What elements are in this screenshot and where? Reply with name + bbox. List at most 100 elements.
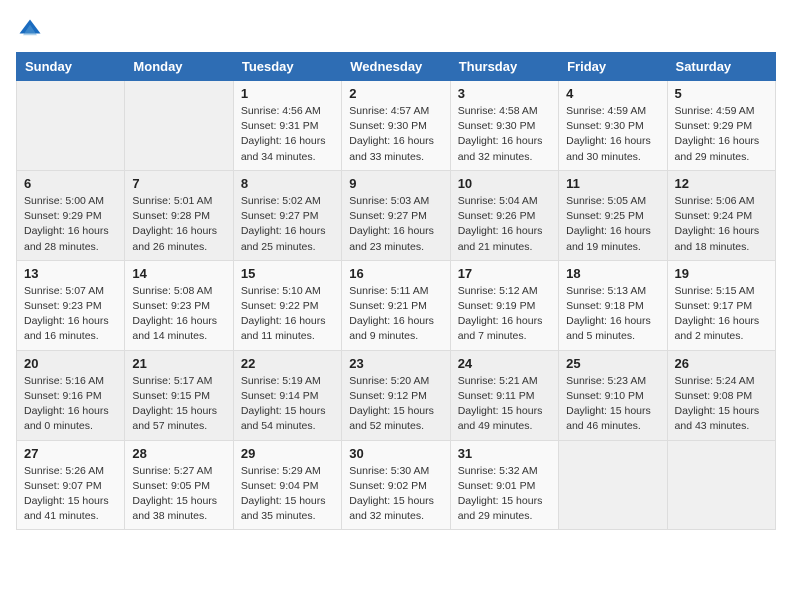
day-cell: 19 Sunrise: 5:15 AM Sunset: 9:17 PM Dayli… — [667, 260, 775, 350]
day-number: 13 — [24, 266, 117, 281]
day-cell: 5 Sunrise: 4:59 AM Sunset: 9:29 PM Daylig… — [667, 81, 775, 171]
day-cell: 30Sunrise: 5:30 AM Sunset: 9:02 PM Dayli… — [342, 440, 450, 530]
day-info: Sunrise: 5:10 AM Sunset: 9:22 PM Dayligh… — [241, 284, 334, 345]
day-number: 22 — [241, 356, 334, 371]
day-number: 17 — [458, 266, 551, 281]
day-cell: 17Sunrise: 5:12 AM Sunset: 9:19 PM Dayli… — [450, 260, 558, 350]
day-number: 9 — [349, 176, 442, 191]
day-cell — [17, 81, 125, 171]
day-info: Sunrise: 5:11 AM Sunset: 9:21 PM Dayligh… — [349, 284, 442, 345]
day-number: 6 — [24, 176, 117, 191]
day-number: 31 — [458, 446, 551, 461]
day-number: 15 — [241, 266, 334, 281]
day-number: 4 — [566, 86, 659, 101]
day-info: Sunrise: 5:03 AM Sunset: 9:27 PM Dayligh… — [349, 194, 442, 255]
day-info: Sunrise: 4:58 AM Sunset: 9:30 PM Dayligh… — [458, 104, 551, 165]
day-cell — [125, 81, 233, 171]
day-info: Sunrise: 5:01 AM Sunset: 9:28 PM Dayligh… — [132, 194, 225, 255]
day-cell: 11 Sunrise: 5:05 AM Sunset: 9:25 PM Dayli… — [559, 170, 667, 260]
header-day-saturday: Saturday — [667, 53, 775, 81]
day-info: Sunrise: 4:57 AM Sunset: 9:30 PM Dayligh… — [349, 104, 442, 165]
day-info: Sunrise: 5:20 AM Sunset: 9:12 PM Dayligh… — [349, 374, 442, 435]
day-cell — [667, 440, 775, 530]
calendar-body: 1 Sunrise: 4:56 AM Sunset: 9:31 PM Daylig… — [17, 81, 776, 530]
day-cell: 25Sunrise: 5:23 AM Sunset: 9:10 PM Dayli… — [559, 350, 667, 440]
day-info: Sunrise: 5:06 AM Sunset: 9:24 PM Dayligh… — [675, 194, 768, 255]
day-info: Sunrise: 5:21 AM Sunset: 9:11 PM Dayligh… — [458, 374, 551, 435]
day-info: Sunrise: 5:05 AM Sunset: 9:25 PM Dayligh… — [566, 194, 659, 255]
day-cell: 18 Sunrise: 5:13 AM Sunset: 9:18 PM Dayli… — [559, 260, 667, 350]
day-number: 26 — [675, 356, 768, 371]
day-cell: 24 Sunrise: 5:21 AM Sunset: 9:11 PM Dayli… — [450, 350, 558, 440]
header-day-friday: Friday — [559, 53, 667, 81]
day-cell: 2 Sunrise: 4:57 AM Sunset: 9:30 PM Daylig… — [342, 81, 450, 171]
header-day-monday: Monday — [125, 53, 233, 81]
logo — [16, 16, 48, 44]
week-row-1: 1 Sunrise: 4:56 AM Sunset: 9:31 PM Daylig… — [17, 81, 776, 171]
day-number: 3 — [458, 86, 551, 101]
calendar-header: SundayMondayTuesdayWednesdayThursdayFrid… — [17, 53, 776, 81]
day-cell: 16 Sunrise: 5:11 AM Sunset: 9:21 PM Dayli… — [342, 260, 450, 350]
day-number: 20 — [24, 356, 117, 371]
day-info: Sunrise: 5:13 AM Sunset: 9:18 PM Dayligh… — [566, 284, 659, 345]
day-number: 24 — [458, 356, 551, 371]
day-cell: 10Sunrise: 5:04 AM Sunset: 9:26 PM Dayli… — [450, 170, 558, 260]
week-row-5: 27 Sunrise: 5:26 AM Sunset: 9:07 PM Dayli… — [17, 440, 776, 530]
day-info: Sunrise: 5:17 AM Sunset: 9:15 PM Dayligh… — [132, 374, 225, 435]
day-cell: 3 Sunrise: 4:58 AM Sunset: 9:30 PM Daylig… — [450, 81, 558, 171]
day-number: 18 — [566, 266, 659, 281]
day-cell: 9 Sunrise: 5:03 AM Sunset: 9:27 PM Daylig… — [342, 170, 450, 260]
day-info: Sunrise: 5:19 AM Sunset: 9:14 PM Dayligh… — [241, 374, 334, 435]
day-number: 19 — [675, 266, 768, 281]
day-cell: 13 Sunrise: 5:07 AM Sunset: 9:23 PM Dayli… — [17, 260, 125, 350]
day-number: 8 — [241, 176, 334, 191]
day-cell: 31 Sunrise: 5:32 AM Sunset: 9:01 PM Dayli… — [450, 440, 558, 530]
day-number: 7 — [132, 176, 225, 191]
day-number: 29 — [241, 446, 334, 461]
day-number: 1 — [241, 86, 334, 101]
day-number: 5 — [675, 86, 768, 101]
day-cell: 23 Sunrise: 5:20 AM Sunset: 9:12 PM Dayli… — [342, 350, 450, 440]
day-number: 2 — [349, 86, 442, 101]
day-info: Sunrise: 4:56 AM Sunset: 9:31 PM Dayligh… — [241, 104, 334, 165]
day-number: 11 — [566, 176, 659, 191]
day-cell — [559, 440, 667, 530]
day-info: Sunrise: 5:02 AM Sunset: 9:27 PM Dayligh… — [241, 194, 334, 255]
header-day-sunday: Sunday — [17, 53, 125, 81]
day-info: Sunrise: 5:26 AM Sunset: 9:07 PM Dayligh… — [24, 464, 117, 525]
day-info: Sunrise: 5:07 AM Sunset: 9:23 PM Dayligh… — [24, 284, 117, 345]
day-number: 14 — [132, 266, 225, 281]
day-number: 12 — [675, 176, 768, 191]
day-number: 28 — [132, 446, 225, 461]
day-info: Sunrise: 5:04 AM Sunset: 9:26 PM Dayligh… — [458, 194, 551, 255]
week-row-2: 6Sunrise: 5:00 AM Sunset: 9:29 PM Daylig… — [17, 170, 776, 260]
day-cell: 27 Sunrise: 5:26 AM Sunset: 9:07 PM Dayli… — [17, 440, 125, 530]
day-info: Sunrise: 4:59 AM Sunset: 9:29 PM Dayligh… — [675, 104, 768, 165]
day-info: Sunrise: 4:59 AM Sunset: 9:30 PM Dayligh… — [566, 104, 659, 165]
day-info: Sunrise: 5:23 AM Sunset: 9:10 PM Dayligh… — [566, 374, 659, 435]
day-cell: 20 Sunrise: 5:16 AM Sunset: 9:16 PM Dayli… — [17, 350, 125, 440]
day-info: Sunrise: 5:08 AM Sunset: 9:23 PM Dayligh… — [132, 284, 225, 345]
day-cell: 28Sunrise: 5:27 AM Sunset: 9:05 PM Dayli… — [125, 440, 233, 530]
day-cell: 4 Sunrise: 4:59 AM Sunset: 9:30 PM Daylig… — [559, 81, 667, 171]
day-number: 27 — [24, 446, 117, 461]
day-number: 16 — [349, 266, 442, 281]
day-info: Sunrise: 5:16 AM Sunset: 9:16 PM Dayligh… — [24, 374, 117, 435]
day-cell: 26Sunrise: 5:24 AM Sunset: 9:08 PM Dayli… — [667, 350, 775, 440]
header-day-thursday: Thursday — [450, 53, 558, 81]
calendar-table: SundayMondayTuesdayWednesdayThursdayFrid… — [16, 52, 776, 530]
day-info: Sunrise: 5:15 AM Sunset: 9:17 PM Dayligh… — [675, 284, 768, 345]
day-number: 21 — [132, 356, 225, 371]
day-number: 23 — [349, 356, 442, 371]
day-cell: 12 Sunrise: 5:06 AM Sunset: 9:24 PM Dayli… — [667, 170, 775, 260]
header-day-wednesday: Wednesday — [342, 53, 450, 81]
header-row: SundayMondayTuesdayWednesdayThursdayFrid… — [17, 53, 776, 81]
day-cell: 6Sunrise: 5:00 AM Sunset: 9:29 PM Daylig… — [17, 170, 125, 260]
day-info: Sunrise: 5:30 AM Sunset: 9:02 PM Dayligh… — [349, 464, 442, 525]
day-info: Sunrise: 5:32 AM Sunset: 9:01 PM Dayligh… — [458, 464, 551, 525]
day-cell: 15 Sunrise: 5:10 AM Sunset: 9:22 PM Dayli… — [233, 260, 341, 350]
header-day-tuesday: Tuesday — [233, 53, 341, 81]
day-cell: 14 Sunrise: 5:08 AM Sunset: 9:23 PM Dayli… — [125, 260, 233, 350]
day-cell: 1 Sunrise: 4:56 AM Sunset: 9:31 PM Daylig… — [233, 81, 341, 171]
day-cell: 7 Sunrise: 5:01 AM Sunset: 9:28 PM Daylig… — [125, 170, 233, 260]
